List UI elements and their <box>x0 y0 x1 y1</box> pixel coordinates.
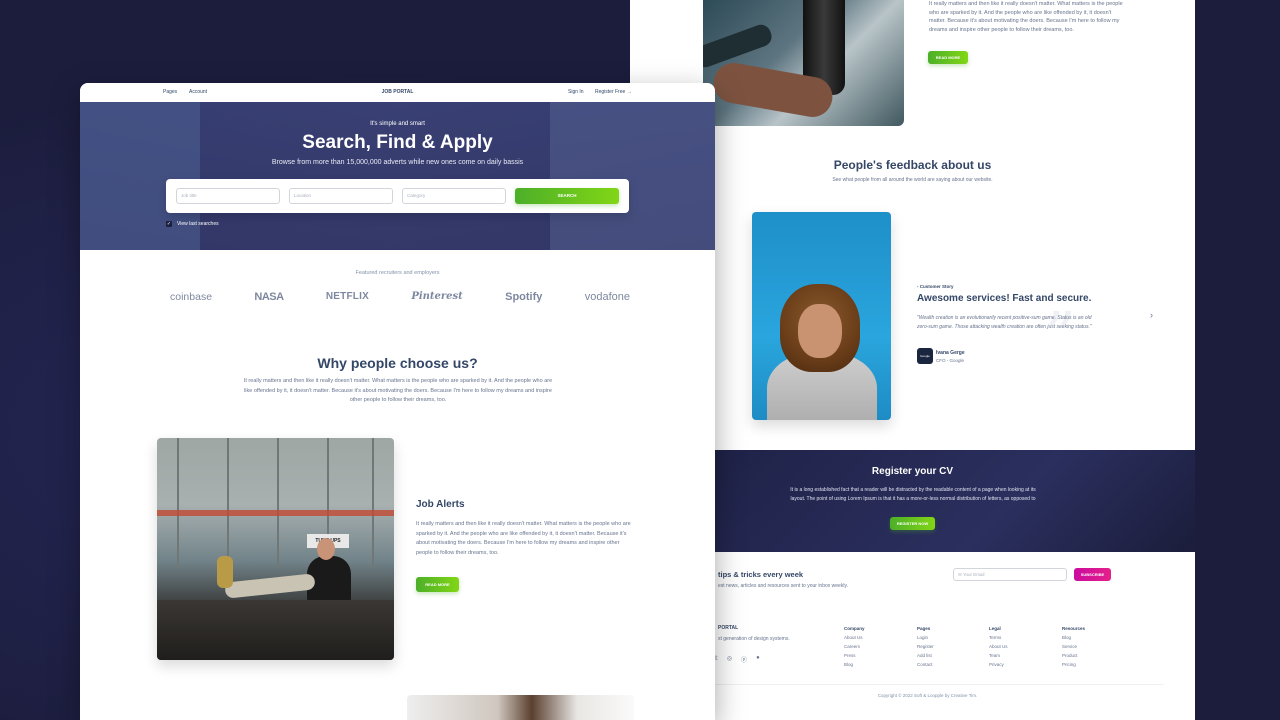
hero-section: It's simple and smart Search, Find & App… <box>80 102 715 250</box>
quote-mark-icon: ” <box>1045 300 1076 370</box>
github-icon[interactable]: ● <box>756 655 760 664</box>
subscribe-button[interactable]: SUBSCRIBE <box>1074 568 1111 581</box>
why-description: It really matters and then like it reall… <box>243 378 553 403</box>
job-alerts-title: Job Alerts <box>416 499 465 510</box>
customer-story-tag: - Customer Story <box>917 284 954 289</box>
footer-heading: Legal <box>989 626 1001 631</box>
feature-description: It really matters and then like it reall… <box>929 1 1123 33</box>
author-company-logo: Google <box>917 348 933 364</box>
footer-link[interactable]: Service <box>1062 642 1085 651</box>
footer-link[interactable]: Terms <box>989 633 1008 642</box>
hero-subtitle: Browse from more than 15,000,000 adverts… <box>271 159 524 166</box>
nasa-logo: NASA <box>254 291 284 303</box>
category-input[interactable]: Category <box>402 188 506 204</box>
footer-col-pages: Pages Login Register Add list Contact <box>917 624 934 669</box>
working-hands-image <box>703 0 904 126</box>
footer-link[interactable]: Blog <box>1062 633 1085 642</box>
footer-link[interactable]: Login <box>917 633 934 642</box>
footer-col-legal: Legal Terms About Us Team Privacy <box>989 624 1008 669</box>
register-cv-section: Register your CV It is a long establishe… <box>714 450 1195 552</box>
footer-link[interactable]: Blog <box>844 660 865 669</box>
footer-brand-description: xt generation of design systems. <box>718 636 790 642</box>
coinbase-logo: coinbase <box>170 291 213 303</box>
register-now-button[interactable]: REGISTER NOW <box>890 517 935 530</box>
footer-link[interactable]: Pricing <box>1062 660 1085 669</box>
chevron-right-icon[interactable]: › <box>1150 310 1153 320</box>
spotify-logo: Spotify <box>505 291 543 303</box>
arrow-right-icon: → <box>626 89 632 95</box>
customer-quote: "Wealth creation is an evolutionarily re… <box>917 315 1092 330</box>
read-more-button[interactable]: READ MORE <box>416 577 459 592</box>
view-last-searches[interactable]: ✓ View last searches <box>166 221 219 227</box>
twitter-icon[interactable]: 𝕥 <box>715 655 718 664</box>
job-title-input[interactable]: Job title <box>176 188 280 204</box>
read-more-button[interactable]: READ MORE <box>928 51 968 64</box>
social-links: 𝕥 ◎ ⓟ ● <box>715 655 760 664</box>
footer-heading: Company <box>844 626 865 631</box>
footer-link[interactable]: About Us <box>989 642 1008 651</box>
office-photo: TUNE UPS <box>157 438 394 660</box>
vodafone-logo: vodafone <box>584 291 630 303</box>
featured-label: Featured recruiters and employers <box>355 270 440 276</box>
footer-link[interactable]: Privacy <box>989 660 1008 669</box>
search-form: Job title Location Category SEARCH <box>166 179 629 213</box>
register-title: Register your CV <box>871 466 954 477</box>
register-free-link[interactable]: Register Free → <box>595 89 632 95</box>
instagram-icon[interactable]: ◎ <box>727 655 732 664</box>
footer-brand: PORTAL <box>718 625 739 631</box>
author-role: CFO - Google <box>936 358 965 363</box>
footer-link[interactable]: About Us <box>844 633 865 642</box>
footer-heading: Pages <box>917 626 931 631</box>
netflix-logo: NETFLIX <box>325 291 369 302</box>
job-alerts-description: It really matters and then like it reall… <box>416 521 631 556</box>
navbar: Pages Account JOB PORTAL Sign In Registe… <box>80 83 715 102</box>
footer-link[interactable]: Press <box>844 651 865 660</box>
front-page-preview: Pages Account JOB PORTAL Sign In Registe… <box>80 83 715 720</box>
footer-link[interactable]: Register <box>917 642 934 651</box>
pinterest-logo: Pinterest <box>411 291 463 302</box>
view-last-searches-label: View last searches <box>177 221 219 227</box>
footer-divider <box>714 684 1164 685</box>
pinterest-icon[interactable]: ⓟ <box>741 655 747 664</box>
location-input[interactable]: Location <box>289 188 393 204</box>
customer-photo <box>752 212 891 420</box>
checkbox-icon[interactable]: ✓ <box>166 221 172 227</box>
email-input[interactable]: ✉ Your Email <box>953 568 1067 581</box>
why-title: Why people choose us? <box>317 355 478 371</box>
search-button[interactable]: SEARCH <box>515 188 619 204</box>
footer-link[interactable]: Contact <box>917 660 934 669</box>
footer-link[interactable]: Product <box>1062 651 1085 660</box>
sign-in-link[interactable]: Sign In <box>568 89 584 95</box>
footer-link[interactable]: Team <box>989 651 1008 660</box>
newsletter-title: tips & tricks every week <box>718 570 804 579</box>
recruiter-logos: coinbase NASA NETFLIX Pinterest Spotify … <box>170 291 630 303</box>
footer-link[interactable]: Careers <box>844 642 865 651</box>
hero-tagline: It's simple and smart <box>370 121 425 127</box>
footer-col-company: Company About Us Careers Press Blog <box>844 624 865 669</box>
footer-heading: Resources <box>1062 626 1086 631</box>
newsletter-subtitle: est news, articles and resources sent to… <box>718 583 848 589</box>
register-description: It is a long established fact that a rea… <box>790 487 1036 502</box>
author-name: Ivana Gerge <box>936 350 965 356</box>
hero-title: Search, Find & Apply <box>302 132 493 153</box>
footer-link[interactable]: Add list <box>917 651 934 660</box>
footer-col-resources: Resources Blog Service Product Pricing <box>1062 624 1085 669</box>
next-section-photo <box>407 695 634 720</box>
